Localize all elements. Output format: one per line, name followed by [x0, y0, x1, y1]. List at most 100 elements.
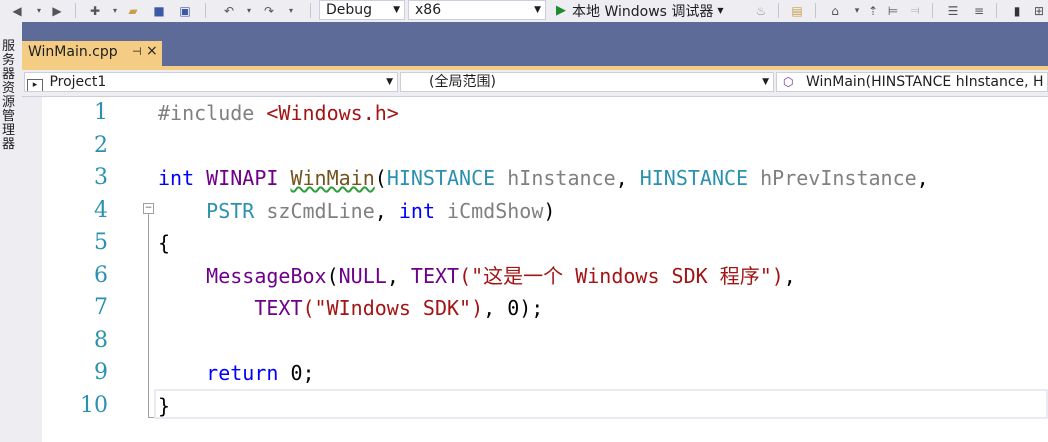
project-name: Project1	[49, 74, 107, 90]
redo-dropdown-icon[interactable]: ▾	[282, 1, 300, 20]
code-line-6: MessageBox(NULL, TEXT("这是一个 Windows SDK …	[158, 260, 796, 292]
platform-value: x86	[415, 2, 442, 18]
indicator-margin	[22, 97, 42, 442]
line-number: 9	[94, 360, 108, 385]
token: WINAPI	[206, 166, 279, 190]
new-dropdown-icon[interactable]: ▾	[106, 1, 124, 20]
current-line-highlight	[154, 389, 1048, 419]
code-line-5: {	[158, 227, 170, 259]
chevron-down-icon: ▼	[386, 77, 393, 87]
forward-icon[interactable]: ▶	[48, 1, 66, 20]
token: return	[206, 361, 279, 385]
collapse-toggle[interactable]: −	[143, 203, 154, 214]
token: hInstance	[507, 166, 616, 190]
token: ,	[374, 198, 387, 223]
bookmark-next-icon[interactable]: ⊞	[1030, 1, 1048, 20]
function-icon: ⬡	[783, 75, 794, 89]
indent-icon[interactable]: ⫤	[906, 1, 924, 20]
configuration-select[interactable]: Debug ▼	[319, 0, 405, 20]
save-icon[interactable]: ■	[150, 1, 168, 20]
scope-value: (全局范围)	[429, 74, 496, 90]
hot-reload-icon[interactable]: ♨	[752, 1, 770, 20]
code-line-9: return 0;	[158, 357, 315, 389]
token: 0;	[290, 361, 315, 385]
project-icon: ▸	[27, 79, 43, 91]
open-folder-icon[interactable]: ▰	[124, 1, 142, 20]
token: szCmdLine	[266, 198, 375, 223]
code-editor[interactable]: 1 2 3 4 5 6 7 8 9 10 − #include <Windows…	[22, 97, 1048, 442]
token: )	[543, 198, 556, 223]
undo-dropdown-icon[interactable]: ▾	[240, 1, 258, 20]
window-layout-icon[interactable]: ⌂	[826, 1, 844, 20]
save-all-icon[interactable]: ▣	[176, 1, 194, 20]
uncomment-icon[interactable]: ≡	[970, 1, 988, 20]
tab-winmain-cpp[interactable]: WinMain.cpp ⊣ ×	[22, 41, 162, 66]
token: {	[158, 231, 171, 255]
project-dropdown[interactable]: ▸ Project1 ▼	[24, 72, 398, 92]
line-number: 5	[94, 230, 108, 255]
platform-select[interactable]: x86 ▼	[408, 0, 546, 20]
token: ,	[916, 166, 929, 190]
token: ,	[783, 263, 796, 288]
configuration-value: Debug	[326, 2, 373, 18]
token: NULL	[338, 263, 387, 288]
token: ("这是一个 Windows SDK 程序")	[459, 263, 784, 288]
tab-title: WinMain.cpp	[28, 44, 118, 60]
line-number: 10	[80, 392, 108, 418]
play-icon: ▶	[556, 3, 566, 18]
code-line-3: int WINAPI WinMain(HINSTANCE hInstance, …	[158, 162, 929, 194]
undo-icon[interactable]: ↶	[220, 1, 238, 20]
line-number: 7	[94, 295, 108, 320]
line-number: 3	[94, 165, 108, 190]
scope-dropdown[interactable]: (全局范围) ▼	[400, 72, 774, 92]
line-number: 1	[94, 100, 108, 125]
line-number: 8	[94, 327, 108, 353]
token: (	[374, 166, 387, 190]
step-icon[interactable]: ⇡	[864, 1, 882, 20]
chevron-down-icon: ▼	[762, 77, 769, 87]
token: <Windows.h>	[266, 101, 399, 125]
member-dropdown[interactable]: ⬡ WinMain(HINSTANCE hInstance, H	[776, 72, 1048, 92]
token: #include	[158, 101, 255, 125]
back-dropdown-icon[interactable]: ▾	[30, 1, 48, 20]
code-line-7: TEXT("WIndows SDK"), 0);	[158, 292, 543, 324]
chevron-down-icon: ▼	[393, 5, 400, 15]
main-toolbar: ◀ ▾ ▶ ✚ ▾ ▰ ■ ▣ ↶ ▾ ↷ ▾ Debug ▼ x86 ▼ ▶ …	[0, 0, 1048, 23]
line-number: 4	[94, 197, 108, 223]
token: }	[158, 393, 171, 418]
token: MessageBox	[206, 263, 327, 288]
token: TEXT	[410, 263, 460, 288]
token: ,	[615, 166, 628, 190]
member-value: WinMain(HINSTANCE hInstance, H	[805, 74, 1044, 90]
token: TEXT	[254, 296, 303, 320]
pin-icon[interactable]: ⊣	[132, 45, 142, 58]
token: iCmdShow	[447, 198, 544, 223]
server-explorer-strip[interactable]: 服务器资源管理器	[0, 22, 22, 442]
bookmark-icon[interactable]: ▮	[1008, 1, 1026, 20]
token: HINSTANCE	[639, 166, 749, 190]
find-in-files-icon[interactable]: ▤	[788, 1, 806, 20]
start-debugging-label: 本地 Windows 调试器	[572, 3, 714, 20]
code-line-1: #include <Windows.h>	[158, 97, 399, 129]
token: int	[398, 198, 435, 223]
chevron-down-icon: ▼	[534, 5, 541, 15]
token: HINSTANCE	[386, 166, 496, 190]
redo-icon[interactable]: ↷	[260, 1, 278, 20]
token: PSTR	[206, 198, 255, 223]
token: WinMain	[290, 166, 375, 190]
new-project-icon[interactable]: ✚	[86, 1, 104, 20]
format-icon[interactable]: ⊨	[884, 1, 902, 20]
back-icon[interactable]: ◀	[8, 1, 26, 20]
start-debugging-button[interactable]: ▶ 本地 Windows 调试器 ▼	[556, 1, 746, 20]
token: ("WIndows SDK")	[302, 296, 484, 320]
close-icon[interactable]: ×	[146, 43, 158, 59]
server-explorer-label: 服务器资源管理器	[2, 39, 16, 152]
comment-icon[interactable]: ☰	[944, 1, 962, 20]
chevron-down-icon: ▼	[717, 6, 724, 15]
token: int	[158, 166, 195, 190]
line-number: 6	[94, 262, 108, 288]
code-line-10: }	[158, 390, 170, 422]
navigation-bar: ▸ Project1 ▼ (全局范围) ▼ ⬡ WinMain(HINSTANC…	[22, 70, 1048, 97]
fold-guide	[148, 214, 149, 418]
token: (	[326, 263, 339, 288]
